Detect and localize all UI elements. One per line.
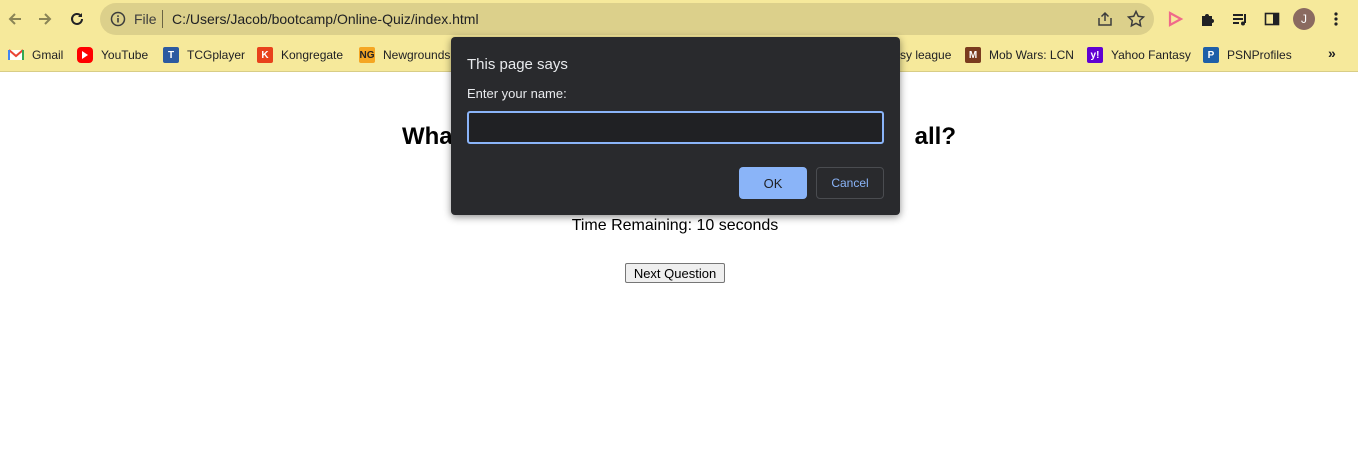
dialog-title: This page says xyxy=(467,56,568,73)
reload-icon[interactable] xyxy=(64,6,90,32)
profile-avatar[interactable]: J xyxy=(1293,8,1315,30)
info-icon[interactable] xyxy=(110,11,126,27)
bookmark-label: sy league xyxy=(900,48,952,62)
forward-arrow-icon[interactable] xyxy=(32,6,58,32)
question-text-right: all? xyxy=(914,123,956,150)
name-input[interactable] xyxy=(467,111,884,144)
side-panel-icon[interactable] xyxy=(1261,8,1283,30)
bookmark-label: Mob Wars: LCN xyxy=(989,48,1074,62)
url-separator xyxy=(162,10,163,28)
share-icon[interactable] xyxy=(1096,10,1114,28)
newgrounds-icon: NG xyxy=(359,47,375,63)
bookmark-yahoo-fantasy[interactable]: y! Yahoo Fantasy xyxy=(1087,46,1191,64)
kongregate-icon: K xyxy=(257,47,273,63)
puzzle-icon[interactable] xyxy=(1197,8,1219,30)
time-remaining: Time Remaining: 10 seconds xyxy=(571,217,779,234)
bookmark-kongregate[interactable]: K Kongregate xyxy=(257,46,343,64)
psnprofiles-icon: P xyxy=(1203,47,1219,63)
bookmark-psnprofiles[interactable]: P PSNProfiles xyxy=(1203,46,1292,64)
question-text-left: Wha xyxy=(401,123,453,150)
bookmark-gmail[interactable]: Gmail xyxy=(8,46,63,64)
bookmark-label: Newgrounds xyxy=(383,48,451,62)
dialog-prompt-label: Enter your name: xyxy=(467,86,567,101)
url-scheme: File xyxy=(134,11,157,27)
bookmark-newgrounds[interactable]: NG Newgrounds xyxy=(359,46,450,64)
bookmark-mobwars[interactable]: M Mob Wars: LCN xyxy=(965,46,1074,64)
url-text[interactable]: C:/Users/Jacob/bootcamp/Online-Quiz/inde… xyxy=(172,11,479,27)
tcgplayer-icon: T xyxy=(163,47,179,63)
bookmark-youtube[interactable]: YouTube xyxy=(77,46,148,64)
bookmark-tcgplayer[interactable]: T TCGplayer xyxy=(163,46,245,64)
next-question-button[interactable]: Next Question xyxy=(625,263,725,283)
yahoo-icon: y! xyxy=(1087,47,1103,63)
bookmark-star-icon[interactable] xyxy=(1126,9,1146,29)
bookmark-label: Yahoo Fantasy xyxy=(1111,48,1191,62)
media-queue-icon[interactable] xyxy=(1229,8,1251,30)
bookmark-label: Gmail xyxy=(32,48,64,62)
kebab-menu-icon[interactable] xyxy=(1325,8,1347,30)
cancel-button[interactable]: Cancel xyxy=(816,167,884,199)
bookmark-label: PSNProfiles xyxy=(1227,48,1292,62)
youtube-icon xyxy=(77,47,93,63)
bookmarks-overflow-button[interactable]: » xyxy=(1328,45,1336,61)
prompt-dialog: This page says Enter your name: OK Cance… xyxy=(451,37,900,215)
media-extension-icon[interactable] xyxy=(1164,8,1186,30)
back-arrow-icon[interactable] xyxy=(2,6,28,32)
browser-toolbar: File C:/Users/Jacob/bootcamp/Online-Quiz… xyxy=(0,0,1358,38)
bookmark-label: Kongregate xyxy=(281,48,344,62)
bookmark-label: TCGplayer xyxy=(187,48,246,62)
mobwars-icon: M xyxy=(965,47,981,63)
bookmark-fantasy-league[interactable]: sy league xyxy=(900,46,951,64)
address-bar[interactable]: File C:/Users/Jacob/bootcamp/Online-Quiz… xyxy=(100,3,1154,35)
gmail-icon xyxy=(8,47,24,63)
bookmark-label: YouTube xyxy=(101,48,149,62)
ok-button[interactable]: OK xyxy=(739,167,807,199)
